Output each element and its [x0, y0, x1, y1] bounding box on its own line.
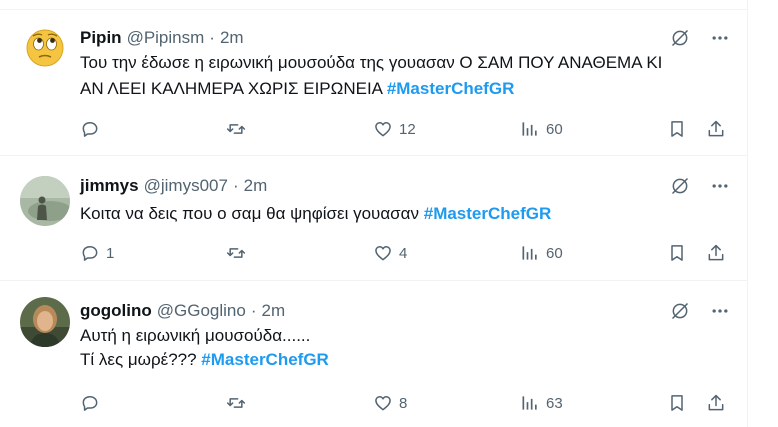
views-button[interactable]: 63	[520, 393, 563, 413]
tweet-text-line: Του την έδωσε η ειρωνική μουσούδα της γο…	[80, 53, 663, 72]
username[interactable]: @jimys007	[144, 176, 228, 195]
tweet-text-line: ΑΝ ΛΕΕΙ ΚΑΛΗΜΕΡΑ ΧΩΡΙΣ ΕΙΡΩΝΕΙΑ	[80, 79, 387, 98]
silhouette-photo-icon	[20, 176, 70, 226]
bookmark-icon	[671, 121, 683, 137]
tweet[interactable]: gogolino @GGoglino · 2m Αυτή η ειρωνική μου…	[0, 281, 747, 427]
hashtag-link[interactable]: #MasterChefGR	[201, 350, 329, 369]
views-icon	[522, 246, 537, 260]
timeline-border	[747, 0, 748, 427]
more-icon[interactable]	[710, 301, 730, 321]
person-photo-icon	[20, 297, 70, 347]
bookmark-icon	[671, 245, 683, 261]
username[interactable]: @GGoglino	[157, 301, 246, 320]
tweet[interactable]: Pipin @Pipinsm · 2m Του την έδωσε η ειρωνικ…	[0, 10, 747, 156]
bookmark-button[interactable]	[667, 243, 687, 263]
bookmark-button[interactable]	[667, 119, 687, 139]
views-icon	[522, 122, 537, 136]
avatar[interactable]	[20, 176, 70, 226]
separator: ·	[209, 28, 215, 47]
like-icon	[375, 122, 391, 137]
reply-icon	[82, 396, 98, 411]
timestamp[interactable]: 2m	[244, 176, 268, 195]
rolling-eyes-emoji-icon	[26, 29, 64, 67]
grok-icon[interactable]	[670, 28, 690, 48]
tweet-text: Αυτή η ειρωνική μουσούδα...... Τί λες μω…	[80, 324, 730, 372]
avatar[interactable]	[20, 23, 70, 73]
reply-icon	[82, 246, 98, 261]
share-button[interactable]	[706, 119, 726, 139]
tweet-text-line: Κοιτα να δεις που ο σαμ θα ψηφίσει γουασ…	[80, 204, 424, 223]
tweet-header: Pipin @Pipinsm · 2m	[80, 28, 244, 48]
views-button[interactable]: 60	[520, 243, 563, 263]
views-button[interactable]: 60	[520, 119, 563, 139]
retweet-icon	[226, 248, 246, 258]
like-button[interactable]: 4	[373, 243, 407, 263]
retweet-button[interactable]	[226, 393, 252, 413]
tweet-header: jimmys @jimys007 · 2m	[80, 176, 267, 196]
reply-button[interactable]	[80, 393, 106, 413]
display-name[interactable]: jimmys	[80, 176, 139, 195]
views-count: 60	[546, 120, 563, 138]
retweet-icon	[226, 398, 246, 408]
retweet-button[interactable]	[226, 119, 252, 139]
like-icon	[375, 246, 391, 261]
separator: ·	[232, 176, 239, 195]
tweet-top-actions	[670, 28, 730, 48]
share-button[interactable]	[706, 243, 726, 263]
hashtag-link[interactable]: #MasterChefGR	[387, 79, 515, 98]
reply-button[interactable]	[80, 119, 106, 139]
grok-icon[interactable]	[670, 301, 690, 321]
share-button[interactable]	[706, 393, 726, 413]
tweet-text-line: Τί λες μωρέ???	[80, 350, 202, 369]
like-count: 4	[399, 244, 408, 262]
like-button[interactable]: 8	[373, 393, 407, 413]
like-count: 12	[399, 120, 416, 138]
separator: ·	[250, 301, 257, 320]
tweet-text: Του την έδωσε η ειρωνική μουσούδα της γο…	[80, 50, 730, 102]
bookmark-icon	[671, 395, 683, 411]
timestamp[interactable]: 2m	[262, 301, 286, 320]
avatar[interactable]	[20, 297, 70, 347]
display-name[interactable]: gogolino	[80, 301, 152, 320]
views-count: 60	[546, 244, 563, 262]
like-icon	[375, 396, 391, 411]
tweet-actions: 8 63	[80, 393, 730, 415]
tweet-top-actions	[670, 301, 730, 321]
tweet-text-line: Αυτή η ειρωνική μουσούδα......	[80, 326, 311, 345]
grok-icon[interactable]	[670, 176, 690, 196]
retweet-icon	[226, 124, 246, 134]
share-icon	[708, 394, 724, 411]
tweet-actions: 12 60	[80, 119, 730, 141]
display-name[interactable]: Pipin	[80, 28, 122, 47]
username[interactable]: @Pipinsm	[127, 28, 205, 47]
tweet-header: gogolino @GGoglino · 2m	[80, 301, 285, 321]
tweet-text: Κοιτα να δεις που ο σαμ θα ψηφίσει γουασ…	[80, 201, 730, 227]
reply-button[interactable]: 1	[80, 243, 114, 263]
retweet-button[interactable]	[226, 243, 252, 263]
more-icon[interactable]	[710, 176, 730, 196]
views-icon	[522, 396, 537, 410]
like-count: 8	[399, 394, 408, 412]
like-button[interactable]: 12	[373, 119, 416, 139]
timestamp[interactable]: 2m	[220, 28, 244, 47]
reply-icon	[82, 122, 98, 137]
share-icon	[708, 120, 724, 137]
tweet-actions: 1 4 60	[80, 243, 730, 265]
hashtag-link[interactable]: #MasterChefGR	[424, 204, 552, 223]
tweet-top-actions	[670, 176, 730, 196]
views-count: 63	[546, 394, 563, 412]
reply-count: 1	[106, 244, 115, 262]
share-icon	[708, 244, 724, 261]
bookmark-button[interactable]	[667, 393, 687, 413]
more-icon[interactable]	[710, 28, 730, 48]
tweet[interactable]: jimmys @jimys007 · 2m Κοιτα να δεις που ο σ…	[0, 156, 747, 281]
